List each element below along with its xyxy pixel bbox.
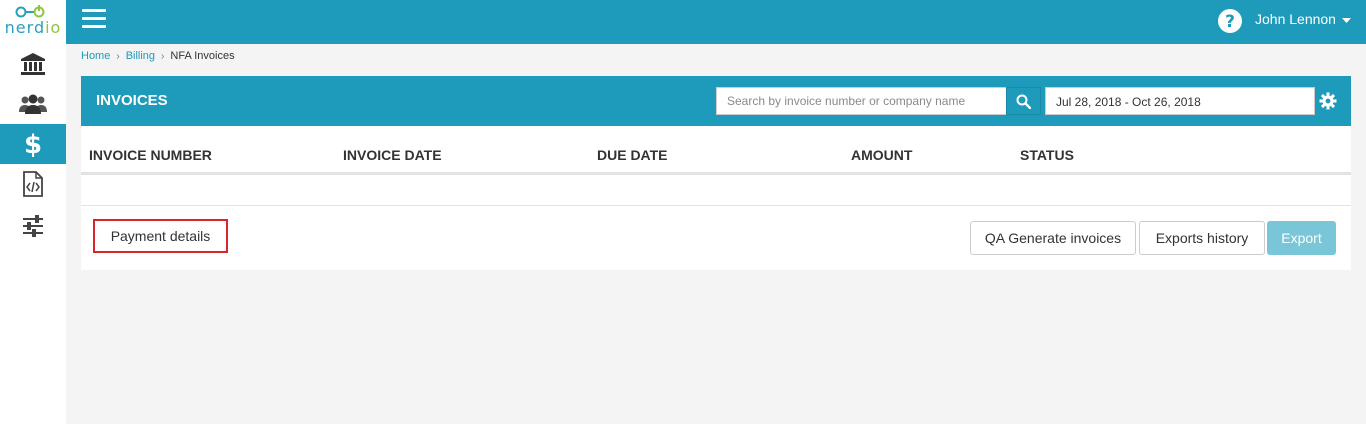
user-name[interactable]: John Lennon (1255, 11, 1336, 27)
date-range-picker[interactable]: Jul 28, 2018 - Oct 26, 2018 (1045, 87, 1315, 115)
payment-details-button[interactable]: Payment details (93, 219, 228, 253)
nerdio-logo[interactable]: nerdio (0, 0, 66, 44)
question-circle-icon[interactable]: ? (1217, 8, 1243, 34)
users-icon (19, 94, 47, 114)
sidebar-item-settings[interactable] (0, 206, 66, 246)
column-status[interactable]: STATUS (1020, 147, 1074, 163)
sidebar-item-billing[interactable]: $ (0, 124, 66, 164)
bank-icon (21, 53, 45, 75)
sidebar-item-bank[interactable] (0, 44, 66, 84)
panel-header: INVOICES Jul 28, 2018 - Oct 26, 2018 (81, 76, 1351, 126)
search-input[interactable] (716, 87, 1006, 115)
table-header: INVOICE NUMBER INVOICE DATE DUE DATE AMO… (81, 126, 1351, 175)
breadcrumb: Home › Billing › NFA Invoices (81, 50, 235, 62)
sidebar: nerdio $ (0, 0, 66, 424)
column-invoice-date[interactable]: INVOICE DATE (343, 147, 442, 163)
gear-icon[interactable] (1319, 92, 1337, 110)
logo-text: nerdio (4, 18, 62, 37)
search-icon (1016, 94, 1031, 109)
qa-generate-invoices-button[interactable]: QA Generate invoices (970, 221, 1136, 255)
table-body-empty (81, 175, 1351, 206)
sliders-icon (23, 215, 43, 237)
sidebar-item-code[interactable] (0, 164, 66, 204)
sidebar-item-users[interactable] (0, 84, 66, 124)
breadcrumb-home[interactable]: Home (81, 50, 110, 62)
search-button[interactable] (1006, 87, 1041, 115)
breadcrumb-billing[interactable]: Billing (126, 50, 155, 62)
exports-history-button[interactable]: Exports history (1139, 221, 1265, 255)
column-amount[interactable]: AMOUNT (851, 147, 912, 163)
code-file-icon (23, 171, 43, 197)
svg-text:?: ? (1225, 12, 1235, 32)
column-invoice-number[interactable]: INVOICE NUMBER (89, 147, 212, 163)
export-button[interactable]: Export (1267, 221, 1336, 255)
breadcrumb-current: NFA Invoices (170, 50, 235, 62)
invoices-panel: INVOICES Jul 28, 2018 - Oct 26, 2018 (81, 76, 1351, 270)
svg-text:$: $ (25, 130, 41, 158)
panel-title: INVOICES (96, 92, 168, 109)
column-due-date[interactable]: DUE DATE (597, 147, 668, 163)
dollar-icon: $ (25, 130, 41, 158)
hamburger-icon[interactable] (82, 9, 106, 33)
top-bar: ? John Lennon (66, 0, 1366, 44)
caret-down-icon[interactable] (1342, 18, 1351, 24)
